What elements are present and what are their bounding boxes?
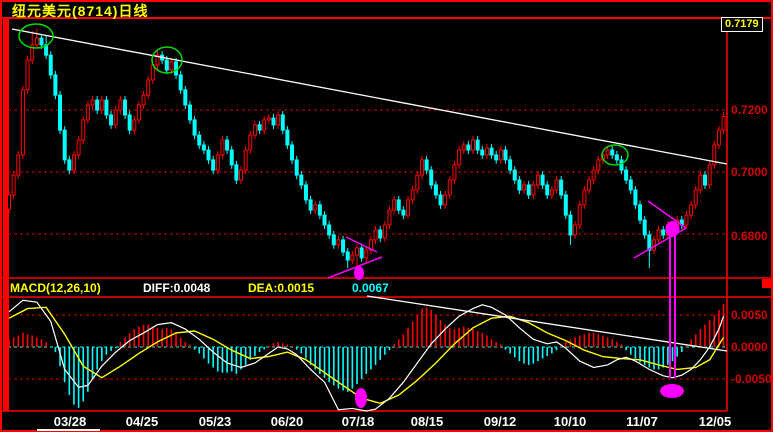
candlestick-series — [7, 28, 726, 273]
date-axis-label: 07/18 — [341, 414, 375, 429]
price-axis-label: 0.7000 — [731, 165, 768, 179]
macd-axis-label: -0.0050 — [731, 372, 772, 386]
price-axis-label: 0.7200 — [731, 103, 768, 117]
highlight-ellipses — [18, 23, 629, 166]
price-axis-label: 0.6800 — [731, 229, 768, 243]
date-axis-label: 04/25 — [125, 414, 159, 429]
dea-value-label: DEA:0.0015 — [248, 281, 315, 295]
page-title: 纽元美元(8714)日线 — [12, 3, 149, 19]
trading-app-window: 纽元美元(8714)日线 0.7179 MACD(12,26,10) DIFF:… — [0, 0, 773, 432]
date-axis-label: 09/12 — [483, 414, 517, 429]
date-axis-label: 06/20 — [270, 414, 304, 429]
date-axis-label: 08/15 — [410, 414, 444, 429]
main-trendline[interactable] — [11, 28, 728, 165]
macd-axis-label: 0.0000 — [731, 340, 768, 354]
date-axis-label: 05/23 — [198, 414, 232, 429]
right-edge-marker — [762, 279, 771, 288]
gridlines — [8, 109, 727, 380]
macd-axis-label: 0.0050 — [731, 308, 768, 322]
diff-value-label: DIFF:0.0048 — [143, 281, 211, 295]
horizontal-scrollbar-thumb[interactable] — [37, 429, 100, 431]
macd-histogram — [8, 304, 725, 408]
macd-value-label: 0.0067 — [352, 281, 389, 295]
date-axis-label: 03/28 — [53, 414, 87, 429]
chart-frame — [0, 0, 773, 432]
macd-trendline[interactable] — [366, 295, 728, 352]
last-price-badge: 0.7179 — [721, 17, 763, 32]
date-axis-label: 11/07 — [626, 414, 658, 429]
chart-canvas[interactable] — [0, 0, 773, 432]
date-axis-label: 10/10 — [553, 414, 587, 429]
date-axis-label: 12/05 — [698, 414, 732, 429]
macd-params-label: MACD(12,26,10) — [10, 281, 101, 295]
pennant-annotations — [327, 200, 687, 279]
